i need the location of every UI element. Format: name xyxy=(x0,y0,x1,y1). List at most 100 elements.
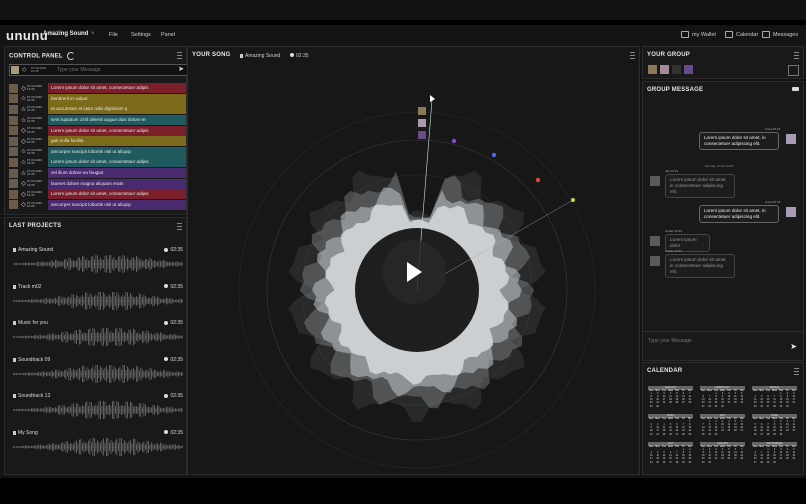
message-date: 07.03.2020 16:35 xyxy=(27,147,43,155)
calendar-month[interactable]: JULY Sun Mon Tue Wed Thu Fri Sat 1 2 3 4 5 6 7 8 9 10 11 12… xyxy=(648,442,693,470)
diamond-icon[interactable]: ◇ xyxy=(20,201,27,208)
month-days: Sun Mon Tue Wed Thu Fri Sat 1 2 3 4 5 6 7 8 9 10 11 12 13 14… xyxy=(753,389,796,408)
diamond-icon[interactable]: ◇ xyxy=(20,138,27,145)
message-input-row[interactable]: ◇ 07.03.202016:35 ➤ xyxy=(9,64,188,76)
message-date: 07.03.2020 16:35 xyxy=(27,94,43,102)
avatar xyxy=(9,104,18,114)
message-time: Anna 15:34 xyxy=(765,127,781,131)
message-row[interactable]: ◇ 07.03.2020 16:35 laoreet dolore magna ali… xyxy=(9,178,186,189)
month-days: Sun Mon Tue Wed Thu Fri Sat 1 2 3 4 5 6 7 8 9 10 11 12 13 14… xyxy=(753,445,796,464)
message-row[interactable]: ◇ 07.03.2020 16:35 amcorper suscipit lobort… xyxy=(9,199,186,211)
send-icon[interactable]: ➤ xyxy=(178,66,184,73)
group-message-input-row[interactable]: ➤ xyxy=(643,331,803,360)
message-row[interactable]: ◇ 07.03.2020 16:35 Lorem ipsum dolor sit am… xyxy=(9,189,186,200)
star-icon[interactable]: ☆ xyxy=(20,148,27,155)
avatar[interactable] xyxy=(672,65,681,74)
your-group-title: YOUR GROUP xyxy=(647,52,691,58)
avatar[interactable] xyxy=(650,256,660,266)
send-icon[interactable]: ➤ xyxy=(790,342,797,351)
waveform xyxy=(13,401,183,419)
avatar xyxy=(11,66,19,74)
avatar xyxy=(9,115,18,125)
message-row[interactable]: ◇ 07.03.2020 16:35 gait nulla facilisi. xyxy=(9,136,186,147)
message-bubble: Lorem ipsum dolor sit amet, in consectet… xyxy=(665,254,735,278)
document-icon xyxy=(13,248,16,252)
diamond-icon[interactable]: ◇ xyxy=(20,191,27,198)
calendar-month[interactable]: JANUARY Sun Mon Tue Wed Thu Fri Sat 1 2 3 4 5 6 7 8 9 10 1… xyxy=(648,386,693,414)
message-time: Jay 15:34 xyxy=(665,169,679,173)
avatar[interactable] xyxy=(648,65,657,74)
title-bar xyxy=(0,0,806,20)
messages-icon xyxy=(762,31,770,38)
play-button[interactable] xyxy=(382,240,446,304)
project-name: Soundtrack 13 xyxy=(13,393,50,399)
project-time: 02:35 xyxy=(164,430,183,436)
message-text: laoreet dolore magna aliquam erats xyxy=(48,178,186,189)
clock-icon xyxy=(164,393,169,398)
diamond-icon[interactable]: ◇ xyxy=(20,127,27,134)
message-text: Lorem ipsum dolor sit amet, consectetuer… xyxy=(48,83,186,94)
star-icon[interactable]: ☆ xyxy=(20,106,27,113)
star-icon[interactable]: ☆ xyxy=(20,95,27,102)
close-tab-icon[interactable]: × xyxy=(91,31,95,37)
menu-settings[interactable]: Settings xyxy=(131,32,151,38)
avatar[interactable] xyxy=(786,207,796,217)
star-icon[interactable]: ☆ xyxy=(20,170,27,177)
wallet-button[interactable]: my Wallet xyxy=(681,31,716,38)
avatar[interactable] xyxy=(786,134,796,144)
menu-icon[interactable] xyxy=(794,368,799,375)
refresh-icon[interactable] xyxy=(67,52,76,60)
message-row[interactable]: ☆ 07.03.2020 16:35 et accumsan et iusto odi… xyxy=(9,104,186,115)
month-days: Sun Mon Tue Wed Thu Fri Sat 1 2 3 4 5 6 7 8 9 10 11 12 13 14… xyxy=(701,389,744,408)
message-row[interactable]: ☆ 07.03.2020 16:35 Lorem ipsum dolor sit am… xyxy=(9,157,186,168)
message-row[interactable]: ◇ 07.03.2020 16:35 Lorem ipsum dolor sit am… xyxy=(9,125,186,136)
avatar[interactable] xyxy=(650,236,660,246)
message-date: 07.03.2020 16:35 xyxy=(27,126,43,134)
message-row[interactable]: ☆ 07.03.2020 16:35 amcorper suscipit lobort… xyxy=(9,146,186,158)
calendar-month[interactable]: MARCH Sun Mon Tue Wed Thu Fri Sat 1 2 3 4 5 6 7 8 9 10 11 1… xyxy=(752,386,797,414)
project-time: 02:35 xyxy=(164,284,183,290)
calendar-month[interactable]: MAY Sun Mon Tue Wed Thu Fri Sat 1 2 3 4 5 6 7 8 9 10 11 12 1… xyxy=(700,414,745,442)
message-row[interactable]: ☆ 07.03.2020 16:35 vel illum dolore eu feug… xyxy=(9,168,186,179)
waveform xyxy=(13,364,183,383)
star-icon[interactable]: ☆ xyxy=(20,159,27,166)
diamond-icon[interactable]: ◇ xyxy=(20,85,27,92)
add-member-icon[interactable] xyxy=(788,65,799,76)
group-message-input[interactable] xyxy=(648,337,778,344)
menu-file[interactable]: File xyxy=(109,32,118,38)
message-date: 07.03.2020 16:35 xyxy=(27,84,43,92)
group-message-panel: GROUP MESSAGE Monday 15 Mar 2020 Anna 15:… xyxy=(642,81,804,361)
app-title: Amazing Sound xyxy=(43,31,89,37)
calendar-month[interactable]: APRIL Sun Mon Tue Wed Thu Fri Sat 1 2 3 4 5 6 7 8 9 10 11 1… xyxy=(648,414,693,442)
video-call-icon[interactable] xyxy=(792,87,799,91)
project-time: 02:35 xyxy=(164,320,183,326)
project-time: 02:35 xyxy=(164,247,183,253)
messages-button[interactable]: Messages xyxy=(762,31,798,38)
diamond-icon[interactable]: ◇ xyxy=(20,180,27,187)
message-text: vel illum dolore eu feugiat xyxy=(48,168,186,179)
avatar[interactable] xyxy=(650,176,660,186)
avatar[interactable] xyxy=(684,65,693,74)
avatar[interactable] xyxy=(660,65,669,74)
message-input[interactable] xyxy=(57,66,167,73)
menu-icon[interactable] xyxy=(177,223,182,230)
calendar-month[interactable]: FEBRUARY Sun Mon Tue Wed Thu Fri Sat 1 2 3 4 5 6 7 8 9 10… xyxy=(700,386,745,414)
menu-icon[interactable] xyxy=(177,52,182,59)
clock-icon xyxy=(164,247,169,252)
month-days: Sun Mon Tue Wed Thu Fri Sat 1 2 3 4 5 6 7 8 9 10 11 12 13 14… xyxy=(649,389,692,408)
menu-panel[interactable]: Panel xyxy=(161,32,175,38)
message-row[interactable]: ☆ 07.03.2020 16:35 hendrerit in vulput xyxy=(9,93,186,105)
menu-icon[interactable] xyxy=(794,52,799,59)
message-row[interactable]: ☆ 07.03.2020 16:35 sent luptatum zzril dele… xyxy=(9,115,186,126)
message-date: 07.03.2020 16:35 xyxy=(27,137,43,145)
clock-icon xyxy=(164,320,169,325)
star-icon[interactable]: ☆ xyxy=(20,117,27,124)
calendar-month[interactable]: SEPTEMBER Sun Mon Tue Wed Thu Fri Sat 1 2 3 4 5 6 7 8 9 1… xyxy=(752,442,797,470)
waveform xyxy=(13,291,183,310)
calendar-title: CALENDAR xyxy=(647,368,683,374)
calendar-month[interactable]: JUNE Sun Mon Tue Wed Thu Fri Sat 1 2 3 4 5 6 7 8 9 10 11 12… xyxy=(752,414,797,442)
waveform xyxy=(13,437,183,456)
message-row[interactable]: ◇ 07.03.2020 16:35 Lorem ipsum dolor sit am… xyxy=(9,83,186,94)
calendar-button[interactable]: Calendar xyxy=(725,31,758,38)
calendar-month[interactable]: AUGUST Sun Mon Tue Wed Thu Fri Sat 1 2 3 4 5 6 7 8 9 10 11… xyxy=(700,442,745,470)
